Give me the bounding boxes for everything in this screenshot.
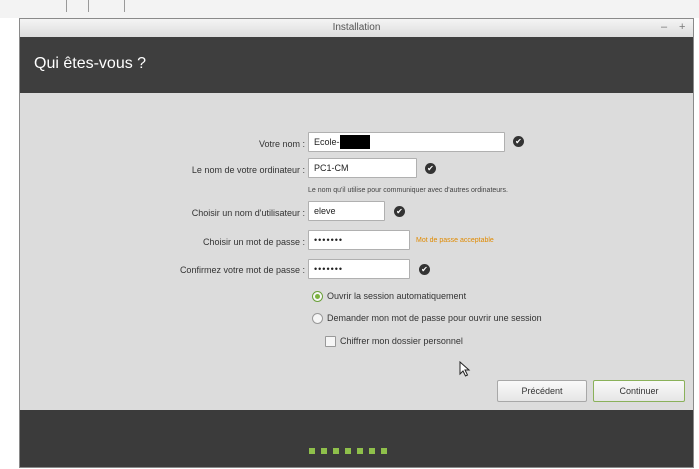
mouse-cursor-icon	[459, 361, 471, 377]
desktop-decoration	[66, 0, 67, 12]
name-field-value: Ecole-	[314, 137, 340, 147]
continue-button[interactable]: Continuer	[593, 380, 685, 402]
progress-step	[369, 448, 375, 454]
require-password-label[interactable]: Demander mon mot de passe pour ouvrir un…	[327, 313, 542, 323]
progress-step	[321, 448, 327, 454]
auto-login-radio[interactable]	[312, 291, 323, 302]
progress-step	[333, 448, 339, 454]
progress-step	[381, 448, 387, 454]
user-form: Votre nom : Ecole- ✔ Le nom de votre ord…	[20, 93, 693, 410]
installer-window: Installation – + Qui êtes-vous ? Votre n…	[19, 18, 694, 468]
progress-step	[345, 448, 351, 454]
computer-name-valid-check-icon: ✔	[425, 163, 436, 174]
name-label: Votre nom :	[258, 139, 305, 149]
desktop-decoration	[124, 0, 125, 12]
confirm-password-field[interactable]: •••••••	[308, 259, 410, 279]
computer-name-field[interactable]: PC1-CM	[308, 158, 417, 178]
window-titlebar[interactable]: Installation – +	[20, 19, 693, 38]
encrypt-home-label[interactable]: Chiffrer mon dossier personnel	[340, 336, 463, 346]
name-valid-check-icon: ✔	[513, 136, 524, 147]
minimize-button[interactable]: –	[661, 21, 667, 33]
confirm-password-label: Confirmez votre mot de passe :	[179, 265, 305, 275]
page-header: Qui êtes-vous ?	[20, 37, 693, 93]
desktop-decoration	[88, 0, 89, 12]
username-field[interactable]: eleve	[308, 201, 385, 221]
username-label: Choisir un nom d'utilisateur :	[191, 208, 305, 218]
confirm-password-valid-check-icon: ✔	[419, 264, 430, 275]
window-title: Installation	[332, 22, 381, 33]
password-strength-label: Mot de passe acceptable	[416, 237, 494, 244]
computer-name-hint: Le nom qu'il utilise pour communiquer av…	[308, 187, 508, 194]
desktop-background	[0, 0, 699, 18]
password-field[interactable]: •••••••	[308, 230, 410, 250]
name-field[interactable]: Ecole-	[308, 132, 505, 152]
redaction-block	[339, 134, 370, 149]
installer-footer	[20, 410, 693, 467]
progress-step	[309, 448, 315, 454]
progress-step	[357, 448, 363, 454]
computer-name-label: Le nom de votre ordinateur :	[191, 165, 305, 175]
require-password-radio[interactable]	[312, 313, 323, 324]
username-valid-check-icon: ✔	[394, 206, 405, 217]
encrypt-home-checkbox[interactable]	[325, 336, 336, 347]
password-label: Choisir un mot de passe :	[202, 237, 305, 247]
progress-indicator	[309, 448, 387, 454]
page-title: Qui êtes-vous ?	[34, 55, 147, 72]
auto-login-label[interactable]: Ouvrir la session automatiquement	[327, 291, 466, 301]
back-button[interactable]: Précédent	[497, 380, 587, 402]
maximize-button[interactable]: +	[679, 21, 685, 33]
